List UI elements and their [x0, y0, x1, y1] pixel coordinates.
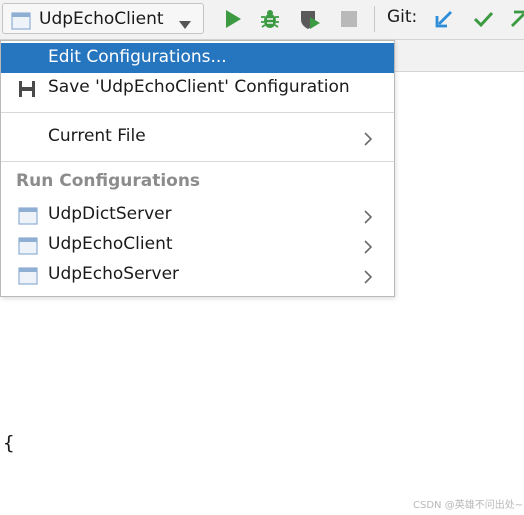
config-label: UdpEchoClient [48, 234, 173, 254]
debug-icon[interactable] [259, 8, 281, 30]
window-icon [18, 237, 38, 260]
main-toolbar: UdpEchoClient Git: [0, 0, 524, 40]
save-icon [18, 80, 36, 103]
code-fragment: { [3, 432, 15, 454]
run-configurations-header: Run Configurations [16, 171, 201, 191]
coverage-icon[interactable] [299, 8, 321, 30]
window-icon [18, 207, 38, 230]
chevron-down-icon [178, 15, 192, 34]
run-configuration-selector[interactable]: UdpEchoClient [2, 3, 204, 34]
config-item-udpechoserver[interactable]: UdpEchoServer [1, 260, 394, 290]
current-file-item[interactable]: Current File [1, 122, 394, 152]
chevron-right-icon [363, 131, 373, 151]
update-project-icon[interactable] [433, 8, 455, 30]
stop-icon[interactable] [338, 8, 360, 30]
chevron-right-icon [363, 209, 373, 229]
config-label: UdpDictServer [48, 204, 172, 224]
menu-separator [1, 112, 394, 113]
config-item-udpdictserver[interactable]: UdpDictServer [1, 200, 394, 230]
save-configuration-item[interactable]: Save 'UdpEchoClient' Configuration [1, 73, 394, 103]
commit-icon[interactable] [472, 8, 494, 30]
watermark: CSDN @英雄不问出处~ [413, 500, 524, 511]
run-configuration-menu: Edit Configurations... Save 'UdpEchoClie… [0, 40, 395, 297]
run-icon[interactable] [222, 8, 244, 30]
window-icon [18, 267, 38, 290]
config-item-udpechoclient[interactable]: UdpEchoClient [1, 230, 394, 260]
menu-separator [1, 161, 394, 162]
save-configuration-label: Save 'UdpEchoClient' Configuration [48, 77, 350, 97]
push-icon[interactable] [508, 8, 524, 30]
editor-tab-strip [395, 40, 524, 72]
run-configuration-name: UdpEchoClient [39, 9, 164, 29]
window-icon [11, 12, 31, 34]
git-label: Git: [387, 7, 418, 27]
chevron-right-icon [363, 269, 373, 289]
chevron-right-icon [363, 239, 373, 259]
config-label: UdpEchoServer [48, 264, 180, 284]
current-file-label: Current File [48, 126, 146, 146]
edit-configurations-label: Edit Configurations... [48, 47, 227, 67]
edit-configurations-item[interactable]: Edit Configurations... [1, 43, 394, 73]
toolbar-separator [374, 6, 375, 32]
